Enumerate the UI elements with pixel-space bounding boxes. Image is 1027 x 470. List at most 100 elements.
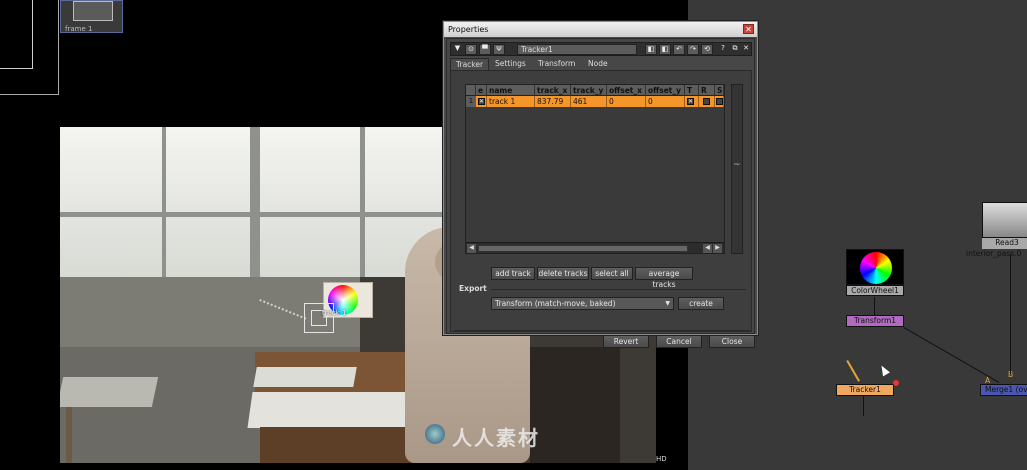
format-outline-outer xyxy=(0,0,59,95)
merge-input-a: A xyxy=(985,376,991,385)
revert-button[interactable]: Revert xyxy=(603,335,649,348)
read3-sublabel: interior_pass.0 xyxy=(966,249,1022,258)
thumbnail-image xyxy=(73,1,113,21)
tab-node[interactable]: Node xyxy=(583,58,613,70)
name-cell[interactable]: track 1 xyxy=(487,96,535,107)
table-header: e name track_x track_y offset_x offset_y… xyxy=(466,85,724,96)
scroll-left-icon[interactable]: ◀ xyxy=(467,244,476,253)
tracker-icon[interactable]: Ψ xyxy=(493,44,505,55)
chevron-down-icon: ▼ xyxy=(665,300,670,307)
pipe[interactable] xyxy=(863,396,864,416)
curve-icon: ~ xyxy=(733,160,741,170)
divider xyxy=(491,289,746,290)
table-row[interactable]: ✕ track 1 837.79 461 0 0 ✕ xyxy=(476,96,724,107)
delete-tracks-button[interactable]: delete tracks xyxy=(537,267,589,280)
enabled-checkbox[interactable]: ✕ xyxy=(478,98,485,105)
scene-papers xyxy=(253,367,357,387)
redo-icon[interactable]: ↷ xyxy=(687,44,699,55)
average-tracks-button[interactable]: average tracks xyxy=(635,267,693,289)
arrow-icon xyxy=(846,360,860,382)
read3-thumbnail[interactable] xyxy=(982,202,1027,238)
collapse-arrow-icon[interactable]: ▼ xyxy=(453,44,462,55)
tab-transform[interactable]: Transform xyxy=(533,58,580,70)
scrollbar-thumb[interactable] xyxy=(478,245,688,252)
scene-table xyxy=(60,377,159,407)
tab-tracker[interactable]: Tracker xyxy=(450,58,490,70)
col-header-offset-y[interactable]: offset_y xyxy=(646,85,685,96)
create-button[interactable]: create xyxy=(678,297,724,310)
col-header-r[interactable]: R xyxy=(699,85,715,96)
scene-desk-body xyxy=(260,427,420,463)
s-cell[interactable] xyxy=(715,96,724,107)
scroll-left-icon[interactable]: ◀ xyxy=(703,244,712,253)
help-icon[interactable]: ? xyxy=(717,44,729,55)
close-icon[interactable]: ✕ xyxy=(743,24,754,34)
window-mullion xyxy=(162,127,166,282)
scene-desk-top xyxy=(247,392,423,428)
properties-body: ▼ ⊙ ▀ Ψ Tracker1 ◧ ◧ ↶ ↷ ⟲ ? ⧉ ✕ Tracker… xyxy=(446,38,755,348)
color-icon[interactable]: ◧ xyxy=(645,44,657,55)
t-cell[interactable]: ✕ xyxy=(685,96,699,107)
node-toolbar: ▼ ⊙ ▀ Ψ Tracker1 ◧ ◧ ↶ ↷ ⟲ ? ⧉ ✕ xyxy=(450,42,752,56)
error-dot-icon xyxy=(893,380,899,386)
properties-titlebar[interactable]: Properties ✕ xyxy=(444,22,757,37)
viewer-icon[interactable]: ▀ xyxy=(479,44,491,55)
export-dropdown[interactable]: Transform (match-move, baked) ▼ xyxy=(491,297,674,310)
col-header-offset-x[interactable]: offset_x xyxy=(607,85,646,96)
track-x-cell[interactable]: 837.79 xyxy=(535,96,571,107)
format-label: HD xyxy=(656,455,667,463)
read3-node[interactable]: Read3 xyxy=(982,238,1027,249)
close-panel-icon[interactable]: ✕ xyxy=(740,44,752,55)
pipe[interactable] xyxy=(903,327,1000,383)
horizontal-scrollbar[interactable]: ◀ ◀ ▶ xyxy=(466,242,724,253)
colorwheel-label: ColorWheel1 xyxy=(851,286,899,295)
tracks-table[interactable]: e name track_x track_y offset_x offset_y… xyxy=(465,84,725,254)
gl-color-icon[interactable]: ◧ xyxy=(659,44,671,55)
col-header-track-x[interactable]: track_x xyxy=(535,85,571,96)
add-track-button[interactable]: add track xyxy=(491,267,535,280)
col-header-s[interactable]: S xyxy=(715,85,724,96)
select-all-button[interactable]: select all xyxy=(591,267,633,280)
scroll-right-icon[interactable]: ▶ xyxy=(713,244,722,253)
transform-label: Transform1 xyxy=(853,316,897,325)
row-index: 1 xyxy=(466,96,476,107)
window-mullion xyxy=(250,127,260,282)
revert-icon[interactable]: ⟲ xyxy=(701,44,713,55)
undo-icon[interactable]: ↶ xyxy=(673,44,685,55)
col-header-t[interactable]: T xyxy=(685,85,699,96)
offset-y-cell[interactable]: 0 xyxy=(646,96,685,107)
scene-table-leg xyxy=(66,407,72,463)
node-name-field[interactable]: Tracker1 xyxy=(517,44,637,55)
offset-x-cell[interactable]: 0 xyxy=(607,96,646,107)
viewer-thumbnail[interactable]: frame 1 xyxy=(60,0,123,33)
tab-bar: Tracker Settings Transform Node xyxy=(450,58,752,70)
merge-node[interactable]: Merge1 (ov xyxy=(980,384,1027,396)
s-checkbox[interactable] xyxy=(716,98,723,105)
close-button[interactable]: Close xyxy=(709,335,755,348)
col-header-name[interactable]: name xyxy=(487,85,535,96)
properties-window[interactable]: Properties ✕ ▼ ⊙ ▀ Ψ Tracker1 ◧ ◧ ↶ ↷ ⟲ … xyxy=(443,21,758,348)
r-checkbox[interactable] xyxy=(703,98,710,105)
r-cell[interactable] xyxy=(699,96,715,107)
col-header-track-y[interactable]: track_y xyxy=(571,85,607,96)
export-label: Export xyxy=(459,284,487,293)
pipe[interactable] xyxy=(1010,254,1011,374)
tracker-node[interactable]: Tracker1 xyxy=(836,384,894,396)
t-checkbox[interactable]: ✕ xyxy=(687,98,694,105)
view-icon[interactable]: ⊙ xyxy=(465,44,477,55)
scene-chair xyxy=(530,347,620,463)
watermark-text: 人人素材 xyxy=(452,426,540,450)
enabled-cell[interactable]: ✕ xyxy=(476,96,487,107)
track-label: track 1 xyxy=(322,309,347,317)
transform-node[interactable]: Transform1 xyxy=(846,315,904,327)
col-header-e[interactable]: e xyxy=(476,85,487,96)
cancel-button[interactable]: Cancel xyxy=(656,335,702,348)
thumbnail-label: frame 1 xyxy=(65,25,93,33)
pipe[interactable] xyxy=(874,297,875,315)
tab-settings[interactable]: Settings xyxy=(490,58,531,70)
mouse-cursor-icon xyxy=(878,363,890,377)
colorwheel-node[interactable]: ColorWheel1 xyxy=(846,285,904,296)
curve-widget[interactable]: ~ xyxy=(731,84,743,254)
colorwheel-thumbnail[interactable] xyxy=(846,249,904,285)
track-y-cell[interactable]: 461 xyxy=(571,96,607,107)
